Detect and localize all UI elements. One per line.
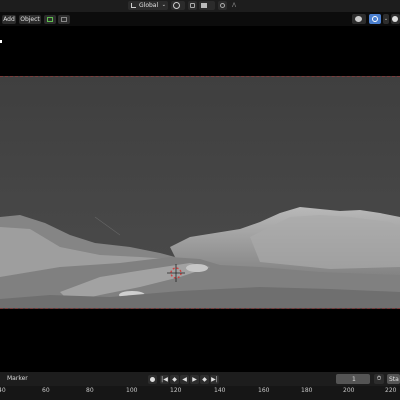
overlay-icon [372,16,378,22]
ruler-tick-label: 140 [214,387,226,394]
ruler-tick-label: 220 [385,387,397,394]
play-icon: ▶ [192,376,197,383]
proportional-edit-icon [220,3,225,8]
ruler-tick-label: 40 [0,387,6,394]
timeline-header: Marker |◀ ◆ ◀ ▶ ◆ ▶| 1 ⏱ Sta [0,372,400,386]
jump-end-icon: ▶| [211,376,218,383]
play-reverse-icon: ◀ [182,376,187,383]
start-frame-label: Sta [389,376,399,383]
record-icon [150,377,155,382]
proportional-edit-toggle[interactable] [218,1,227,10]
ruler-tick-label: 100 [126,387,138,394]
snap-icon [190,3,195,8]
chevron-down-icon: ⌄ [161,2,166,8]
transform-orientation-dropdown[interactable]: Global ⌄ [128,1,168,10]
ruler-tick-label: 160 [258,387,270,394]
play-reverse-button[interactable]: ◀ [180,375,189,384]
snap-target-dropdown[interactable] [199,1,215,10]
pivot-point-button[interactable] [171,1,185,10]
falloff-icon: Λ [231,2,237,9]
ruler-tick-label: 180 [301,387,313,394]
preview-range-toggle[interactable]: ⏱ [374,374,384,384]
keyframe-icon: ◆ [202,376,207,383]
rock-right [186,264,208,272]
proportional-falloff-dropdown[interactable]: Λ [229,1,239,10]
ruler-tick-label: 80 [86,387,94,394]
record-button[interactable] [148,375,157,384]
next-keyframe-button[interactable]: ◆ [200,375,209,384]
play-button[interactable]: ▶ [190,375,199,384]
jump-end-button[interactable]: ▶| [210,375,219,384]
add-menu[interactable]: Add [2,15,16,24]
ruler-tick-label: 60 [42,387,50,394]
shading-solid-button[interactable] [391,14,400,24]
camera-view-frame[interactable] [0,76,400,309]
current-frame-value: 1 [352,376,356,383]
selectability-button[interactable] [58,15,70,24]
selectability-icon [61,17,67,22]
object-mode-icon [47,17,53,22]
terrain-render [0,77,400,308]
jump-start-button[interactable]: |◀ [160,375,169,384]
xray-icon: ⌄ [383,16,389,22]
pivot-icon [173,2,180,9]
ruler-tick-label: 120 [170,387,182,394]
shading-solid-icon [392,16,398,22]
transform-orientation-label: Global [139,2,159,9]
start-frame-field[interactable]: Sta [387,374,400,384]
viewport-gizmo-toggle[interactable] [352,14,366,24]
stopwatch-icon: ⏱ [376,375,382,382]
timeline-ruler[interactable] [0,386,400,400]
current-frame-field[interactable]: 1 [336,374,370,384]
viewport-header: Add Object ⌄ [0,12,400,26]
prev-keyframe-button[interactable]: ◆ [170,375,179,384]
ruler-tick-label: 200 [343,387,355,394]
viewport-corner-mark [0,40,2,43]
snap-toggle[interactable] [188,1,197,10]
prev-keyframe-icon: ◆ [172,376,177,383]
object-menu[interactable]: Object [19,15,41,24]
viewport-gizmo-icon [355,16,362,22]
object-mode-button[interactable] [44,15,56,24]
snap-target-icon [201,3,207,8]
transform-orientation-icon [131,3,136,8]
marker-menu[interactable]: Marker [7,375,28,382]
xray-toggle[interactable]: ⌄ [383,14,389,24]
top-header: Global ⌄ Λ [0,0,400,12]
jump-start-icon: |◀ [161,376,168,383]
overlay-toggle[interactable] [369,14,381,24]
